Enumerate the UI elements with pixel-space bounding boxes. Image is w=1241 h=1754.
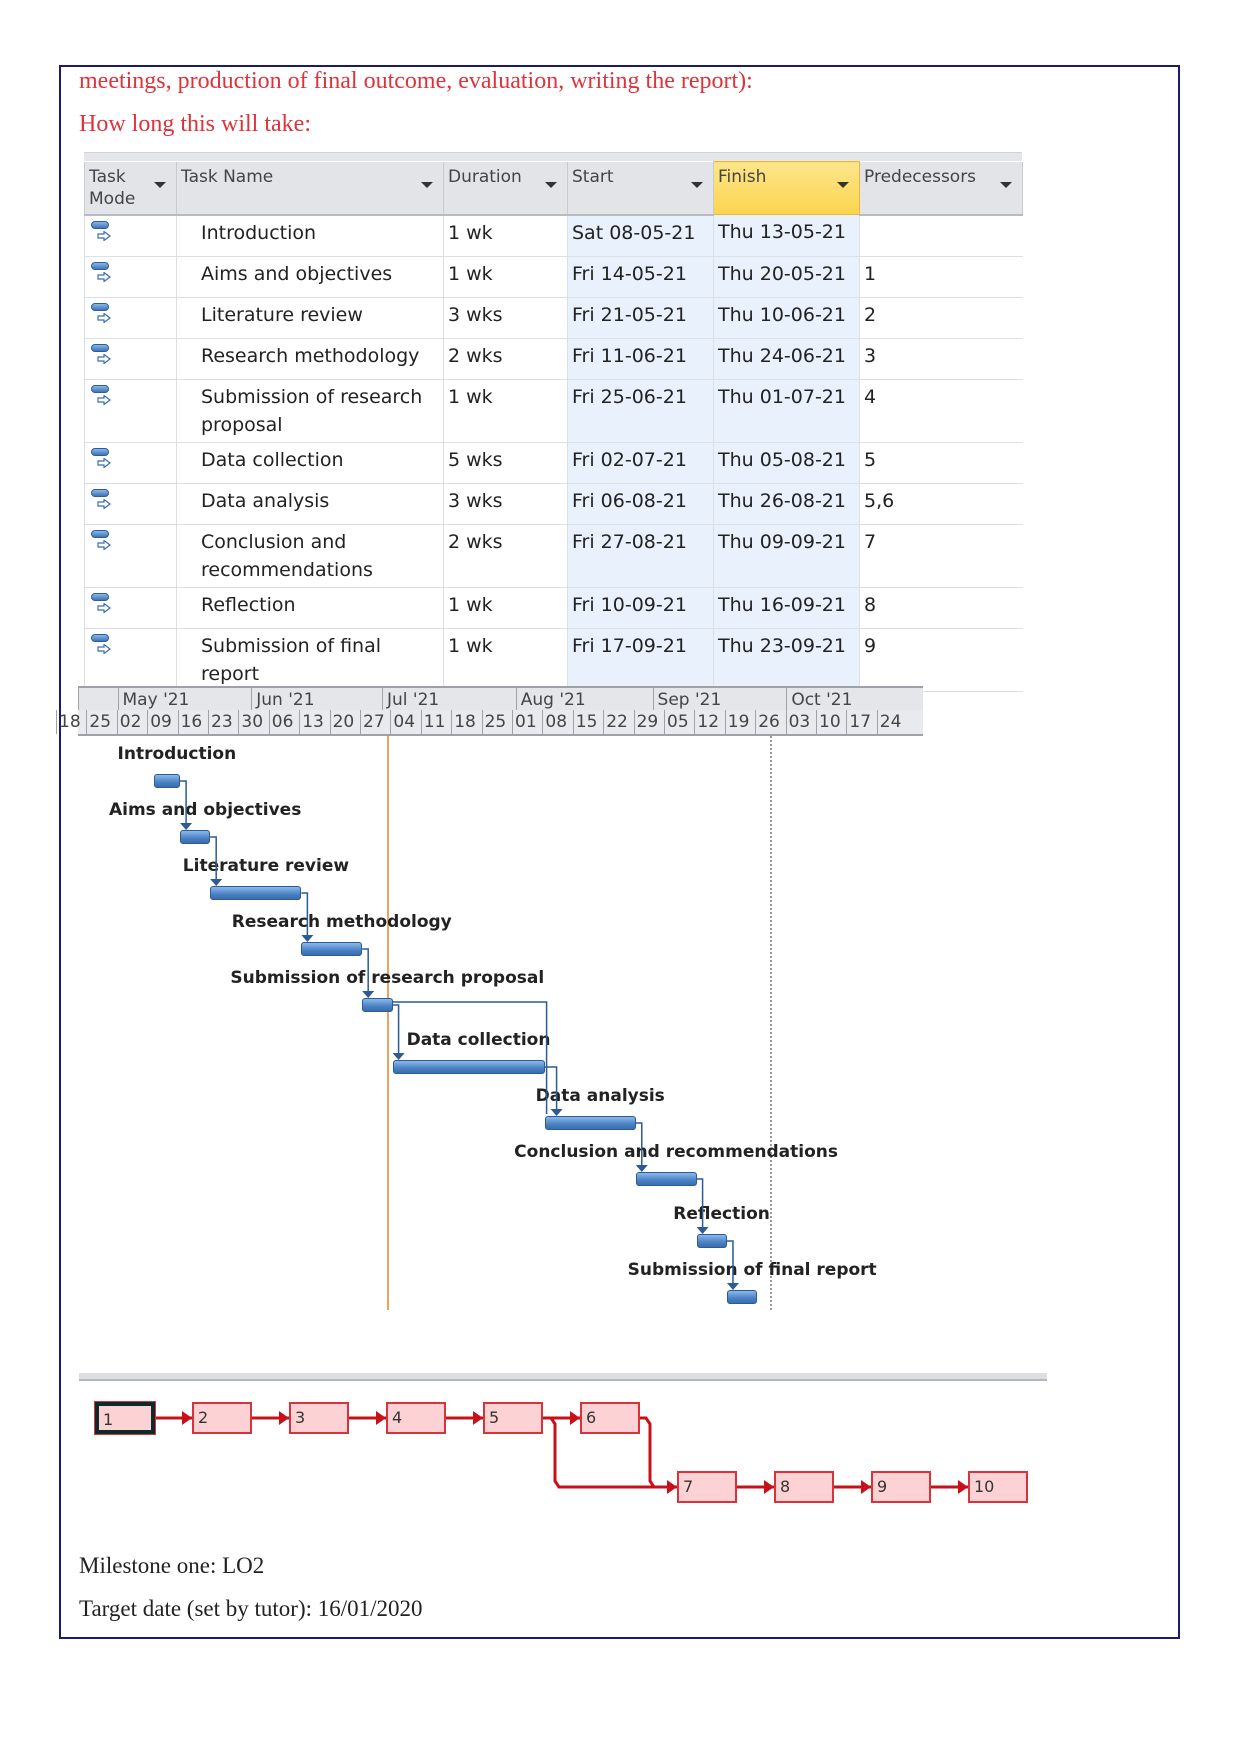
target-date-line: Target date (set by tutor): 16/01/2020 xyxy=(79,1596,423,1621)
network-arrowhead xyxy=(861,1480,871,1494)
network-node[interactable]: 5 xyxy=(483,1402,543,1434)
network-links xyxy=(155,1411,968,1494)
network-node[interactable]: 3 xyxy=(289,1402,349,1434)
network-arrowhead xyxy=(764,1480,774,1494)
network-node[interactable]: 2 xyxy=(192,1402,252,1434)
network-arrowhead xyxy=(279,1411,289,1425)
network-arrowhead xyxy=(182,1411,192,1425)
network-node[interactable]: 8 xyxy=(774,1471,834,1503)
milestone-line: Milestone one: LO2 xyxy=(79,1553,265,1578)
network-arrowhead xyxy=(376,1411,386,1425)
network-node[interactable]: 6 xyxy=(580,1402,640,1434)
network-node[interactable]: 1 xyxy=(94,1401,156,1435)
network-arrowhead xyxy=(667,1480,677,1494)
network-node[interactable]: 4 xyxy=(386,1402,446,1434)
network-arrowhead xyxy=(473,1411,483,1425)
network-arrowhead xyxy=(958,1480,968,1494)
network-node[interactable]: 10 xyxy=(968,1471,1028,1503)
network-node[interactable]: 9 xyxy=(871,1471,931,1503)
network-link xyxy=(640,1416,656,1488)
network-arrowhead xyxy=(570,1411,580,1425)
network-node[interactable]: 7 xyxy=(677,1471,737,1503)
